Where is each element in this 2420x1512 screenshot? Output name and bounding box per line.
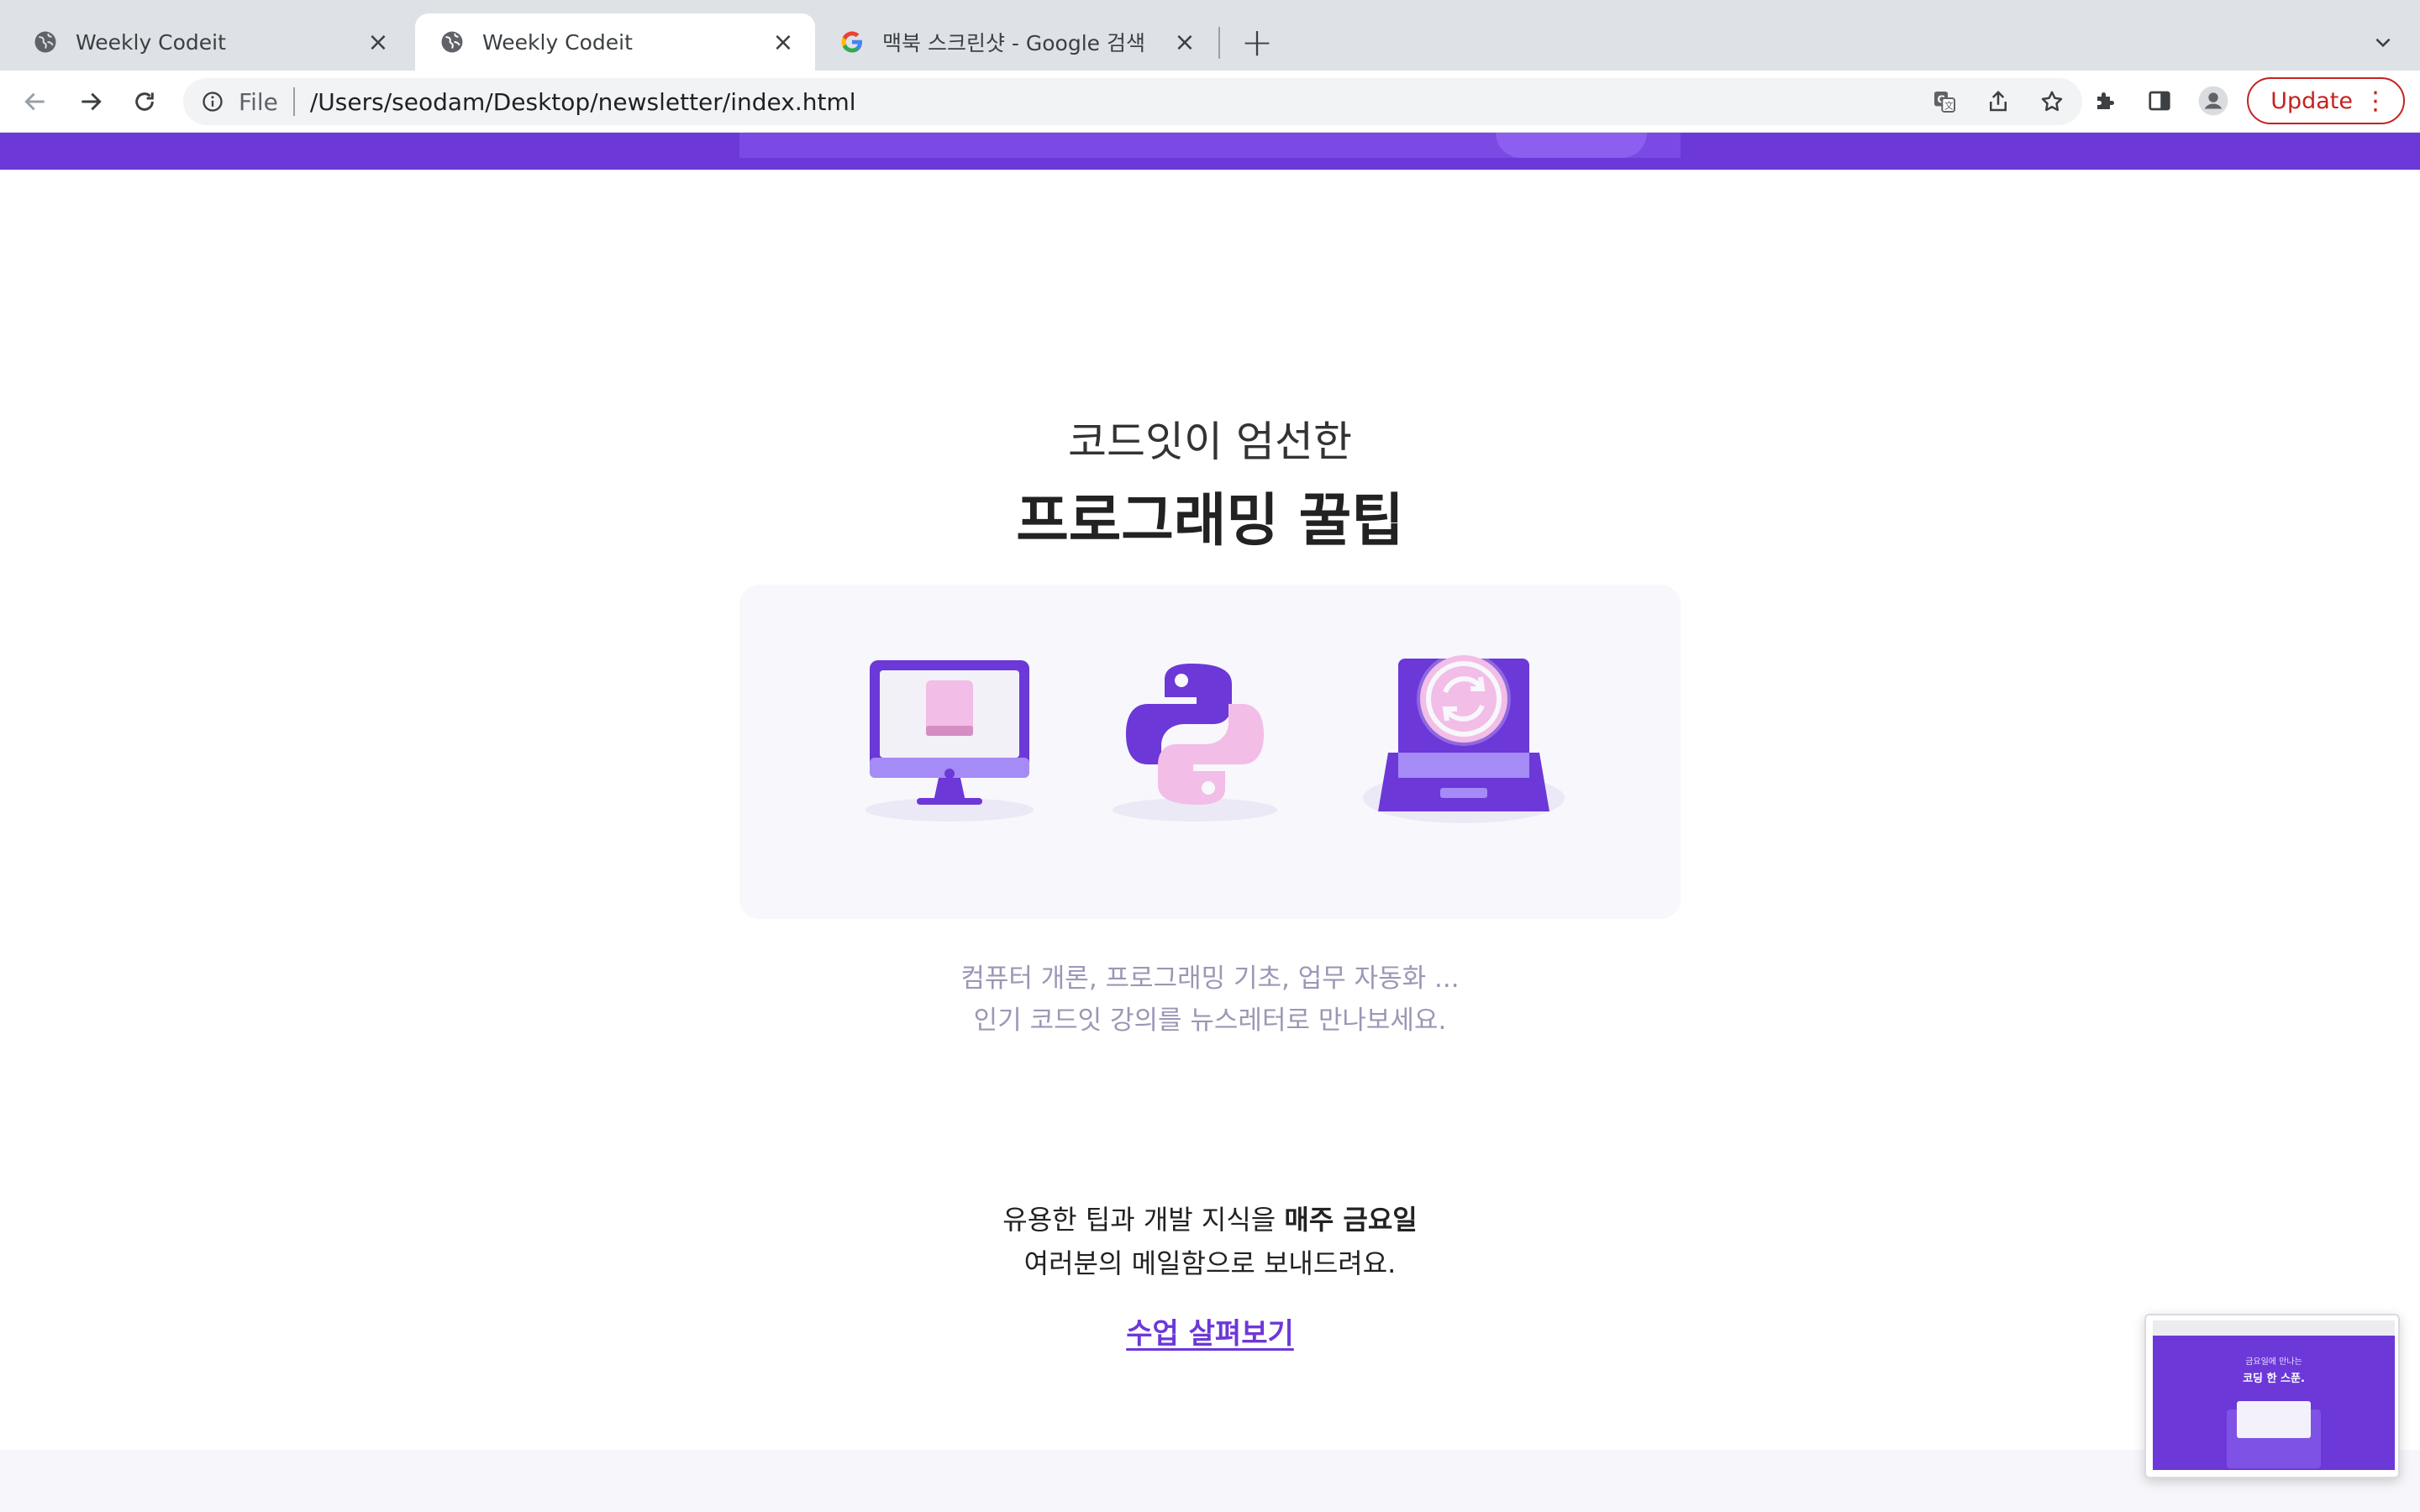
python-logo-icon: [1113, 664, 1277, 822]
illustration-group: [865, 652, 1565, 823]
tab-weekly-codeit-2[interactable]: Weekly Codeit ×: [415, 13, 815, 71]
page-content: 코드잇이 엄선한 프로그래밍 꿀팁 컴퓨터 개론, 프로그래밍 기초, 업무 자…: [0, 133, 2420, 1512]
illustration-panel: [739, 585, 1681, 919]
new-tab-button[interactable]: +: [1237, 19, 1277, 65]
thumbnail-subtitle: 금요일에 만나는: [2245, 1357, 2302, 1367]
update-label: Update: [2270, 87, 2353, 114]
screenshot-thumbnail[interactable]: 금요일에 만나는 코딩 한 스푼.: [2144, 1314, 2400, 1478]
footer-section: [0, 1450, 2420, 1512]
tab-title: Weekly Codeit: [76, 29, 226, 55]
close-icon[interactable]: ×: [1171, 28, 1198, 57]
tab-title: Weekly Codeit: [482, 29, 633, 55]
tab-weekly-codeit-1[interactable]: Weekly Codeit ×: [8, 13, 410, 71]
newsletter-schedule-text: 유용한 팁과 개발 지식을 매주 금요일 여러분의 메일함으로 보내드려요.: [0, 1198, 2420, 1285]
globe-icon: [439, 29, 466, 55]
schedule-line-1: 유용한 팁과 개발 지식을 매주 금요일: [0, 1198, 2420, 1242]
desktop-monitor-icon: [865, 660, 1034, 822]
svg-text:文: 文: [1944, 101, 1954, 112]
section-title: 프로그래밍 꿀팁: [1016, 488, 1404, 554]
extensions-puzzle-icon[interactable]: [2086, 81, 2126, 121]
forward-button[interactable]: [71, 81, 111, 122]
update-button[interactable]: Update ⋮: [2247, 77, 2405, 124]
thumbnail-title: 코딩 한 스푼.: [2243, 1373, 2305, 1385]
hero-decoration: [1496, 133, 1647, 158]
info-icon[interactable]: [200, 89, 225, 114]
arrow-right-icon: [82, 92, 102, 111]
section-subtitle: 코드잇이 엄선한: [1068, 417, 1352, 466]
browser-toolbar: File /Users/seodam/Desktop/newsletter/in…: [0, 71, 2420, 133]
chevron-down-icon[interactable]: [2368, 27, 2398, 57]
schedule-line-2: 여러분의 메일함으로 보내드려요.: [1023, 1247, 1397, 1279]
course-description: 컴퓨터 개론, 프로그래밍 기초, 업무 자동화 ... 인기 코드잇 강의를 …: [0, 958, 2420, 1042]
description-line: 인기 코드잇 강의를 뉴스레터로 만나보세요.: [973, 1005, 1447, 1036]
close-icon[interactable]: ×: [365, 28, 392, 57]
share-icon[interactable]: [1983, 87, 2013, 117]
thumbnail-browser-chrome: [2153, 1320, 2395, 1336]
divider: [292, 87, 295, 116]
close-icon[interactable]: ×: [770, 28, 797, 57]
cta-container: 수업 살펴보기: [0, 1310, 2420, 1352]
url-text[interactable]: /Users/seodam/Desktop/newsletter/index.h…: [310, 88, 856, 116]
tab-strip: Weekly Codeit × Weekly Codeit × 맥북 스크린샷 …: [0, 0, 2420, 71]
translate-icon[interactable]: G文: [1929, 87, 1960, 117]
letter-icon: [2237, 1401, 2311, 1438]
side-panel-icon[interactable]: [2139, 81, 2180, 121]
browse-courses-link[interactable]: 수업 살펴보기: [1126, 1317, 1294, 1351]
back-button[interactable]: [15, 81, 55, 122]
address-bar[interactable]: File /Users/seodam/Desktop/newsletter/in…: [183, 78, 2082, 125]
reload-icon: [135, 92, 154, 111]
schedule-highlight: 매주 금요일: [1284, 1204, 1418, 1236]
url-scheme-label: File: [239, 87, 278, 116]
reload-button[interactable]: [124, 81, 165, 122]
profile-avatar-icon[interactable]: [2193, 81, 2233, 121]
globe-icon: [32, 29, 59, 55]
more-vertical-icon: ⋮: [2363, 87, 2388, 116]
arrow-left-icon: [24, 92, 45, 111]
google-g-icon: [839, 29, 865, 55]
tab-title: 맥북 스크린샷 - Google 검색: [882, 31, 1145, 55]
description-line: 컴퓨터 개론, 프로그래밍 기초, 업무 자동화 ...: [960, 963, 1460, 994]
thumbnail-hero: 금요일에 만나는 코딩 한 스푼.: [2153, 1336, 2395, 1470]
schedule-prefix: 유용한 팁과 개발 지식을: [1002, 1204, 1285, 1236]
hero-header-band: [0, 133, 2420, 170]
tab-google-search[interactable]: 맥북 스크린샷 - Google 검색 ×: [815, 13, 1217, 71]
bookmark-star-icon[interactable]: [2037, 87, 2067, 117]
tab-separator: [1218, 27, 1220, 59]
laptop-sync-icon: [1363, 652, 1565, 823]
